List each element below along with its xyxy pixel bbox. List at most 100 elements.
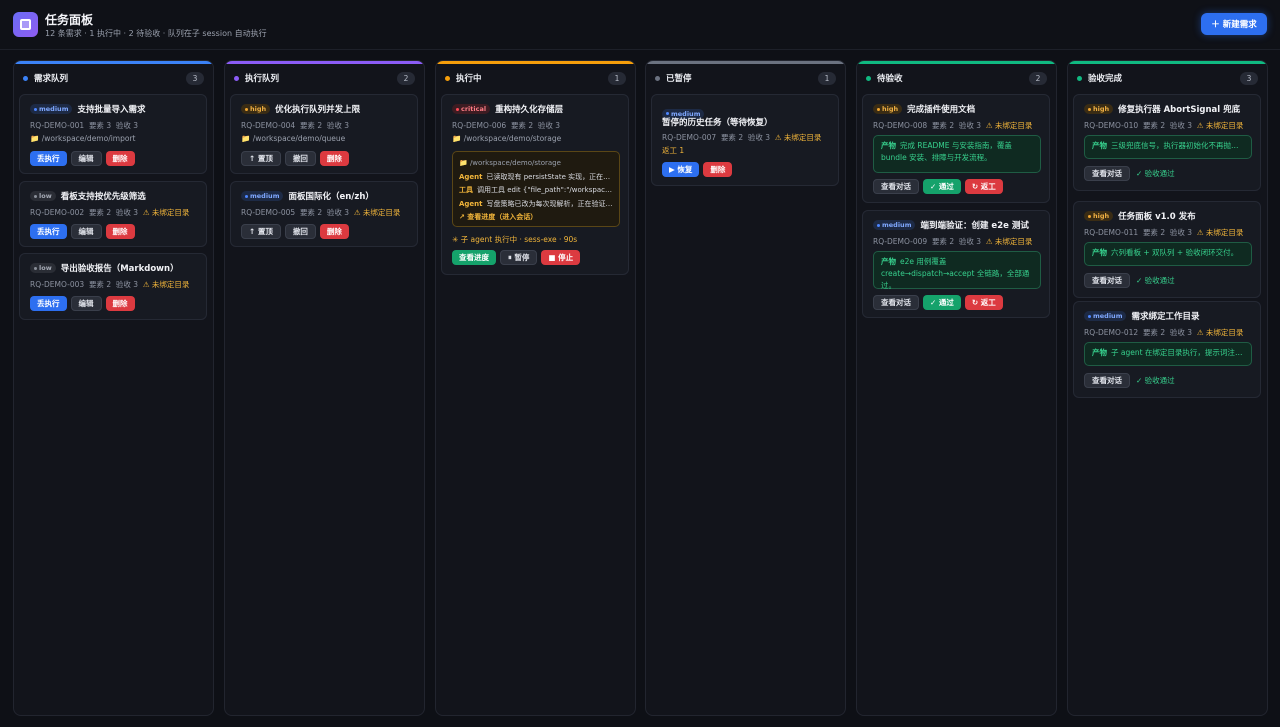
column-execution-queue: 执行队列 2 high 优化执行队列并发上限 RQ-DEMO-004 要素 2 验… xyxy=(224,60,425,716)
requirement-card[interactable]: critical 重构持久化存储层 RQ-DEMO-006 要素 2 验收 3 📁… xyxy=(441,94,629,275)
withdraw-button[interactable]: 撤回 xyxy=(284,224,316,239)
page-subtitle: 12 条需求 · 1 执行中 · 2 待验收 · 队列在子 session 自动… xyxy=(45,29,267,38)
output-summary: 产物 e2e 用例覆盖 create→dispatch→accept 全链路，全部… xyxy=(873,251,1041,290)
column-title: 验收完成 xyxy=(1088,74,1123,84)
view-chat-button[interactable]: 查看对话 xyxy=(1084,166,1130,181)
requirement-card[interactable]: medium 面板国际化（en/zh） RQ-DEMO-005 要素 2 验收 3… xyxy=(230,181,418,247)
unbound-dir-warning: ⚠ 未绑定目录 xyxy=(774,133,822,142)
column-pending-review: 待验收 2 high 完成插件使用文档 RQ-DEMO-008 要素 2 验收 3… xyxy=(856,60,1057,716)
requirement-card[interactable]: low 看板支持按优先级筛选 RQ-DEMO-002 要素 2 验收 3 ⚠ 未绑… xyxy=(19,181,207,247)
column-header: 待验收 2 xyxy=(857,64,1056,92)
requirement-card[interactable]: high 完成插件使用文档 RQ-DEMO-008 要素 2 验收 3 ⚠ 未绑定… xyxy=(862,94,1050,203)
delete-button[interactable]: 删除 xyxy=(319,224,349,239)
pin-top-button[interactable]: ↑ 置顶 xyxy=(241,224,281,239)
requirement-card[interactable]: high 任务面板 v1.0 发布 RQ-DEMO-011 要素 2 验收 3 ⚠… xyxy=(1073,201,1261,298)
accepted-status: ✓ 验收通过 xyxy=(1136,276,1175,285)
status-dot-icon xyxy=(1077,75,1082,81)
card-meta: RQ-DEMO-002 要素 2 验收 3 ⚠ 未绑定目录 xyxy=(30,208,190,217)
view-chat-button[interactable]: 查看对话 xyxy=(1084,373,1130,388)
requirement-card[interactable]: medium 端到端验证：创建 e2e 测试 RQ-DEMO-009 要素 2 验… xyxy=(862,210,1050,318)
column-paused: 已暂停 1 medium 暂停的历史任务（等待恢复） RQ-DEMO-007 要… xyxy=(645,60,846,716)
priority-badge: low xyxy=(30,191,56,201)
view-chat-button[interactable]: 查看对话 xyxy=(873,295,919,310)
edit-button[interactable]: 编辑 xyxy=(70,151,102,166)
agent-log-panel: 📁 /workspace/demo/storage Agent 已读取现有 per… xyxy=(452,151,620,227)
running-status: ✳ 子 agent 执行中 · sess-exe · 90s xyxy=(452,235,578,244)
output-summary: 产物 六列看板 + 双队列 + 验收闭环交付。 xyxy=(1084,242,1252,266)
output-summary: 产物 三级兜底信号，执行器初始化不再抛错。 xyxy=(1084,135,1252,159)
unbound-dir-warning: ⚠ 未绑定目录 xyxy=(142,280,190,289)
requirement-card[interactable]: high 优化执行队列并发上限 RQ-DEMO-004 要素 2 验收 3 📁 /… xyxy=(230,94,418,174)
column-header: 验收完成 3 xyxy=(1068,64,1267,92)
priority-badge: critical xyxy=(452,104,491,114)
unbound-dir-warning: ⚠ 未绑定目录 xyxy=(142,208,190,217)
card-title: 暂停的历史任务（等待恢复） xyxy=(662,118,773,128)
priority-badge: high xyxy=(241,104,271,114)
rework-button[interactable]: ↻ 返工 xyxy=(964,179,1003,194)
pin-top-button[interactable]: ↑ 置顶 xyxy=(241,151,281,166)
approve-button[interactable]: ✓ 通过 xyxy=(923,179,961,194)
output-summary: 产物 完成 README 与安装指南，覆盖 bundle 安装、排障与开发流程。 xyxy=(873,135,1041,173)
card-meta: RQ-DEMO-006 要素 2 验收 3 xyxy=(452,121,561,130)
stop-button[interactable]: ■ 停止 xyxy=(541,250,581,265)
delete-button[interactable]: 删除 xyxy=(703,162,733,177)
workdir-path: 📁 /workspace/demo/storage xyxy=(452,134,562,143)
priority-badge: high xyxy=(1084,104,1114,114)
column-count-badge: 3 xyxy=(1240,71,1258,85)
card-meta: RQ-DEMO-004 要素 2 验收 3 xyxy=(241,121,350,130)
output-summary: 产物子 agent 在绑定目录执行，提示词注入目录。 xyxy=(1084,342,1252,366)
requirement-card[interactable]: medium 支持批量导入需求 RQ-DEMO-001 要素 3 验收 3 📁 /… xyxy=(19,94,207,174)
approve-button[interactable]: ✓ 通过 xyxy=(923,295,961,310)
card-meta: RQ-DEMO-001 要素 3 验收 3 xyxy=(30,121,139,130)
delete-button[interactable]: 删除 xyxy=(105,224,135,239)
column-title: 待验收 xyxy=(877,74,903,84)
card-title: 看板支持按优先级筛选 xyxy=(60,192,146,202)
requirement-card[interactable]: medium 暂停的历史任务（等待恢复） RQ-DEMO-007 要素 2 验收… xyxy=(651,94,839,186)
edit-button[interactable]: 编辑 xyxy=(70,296,102,311)
card-title: 端到端验证：创建 e2e 测试 xyxy=(920,221,1029,231)
priority-badge: high xyxy=(873,104,903,114)
column-header: 执行中 1 xyxy=(436,64,635,92)
column-count-badge: 1 xyxy=(818,71,836,85)
column-count-badge: 2 xyxy=(397,71,415,85)
pause-button[interactable]: ⏸ 暂停 xyxy=(500,250,538,265)
column-accepted: 验收完成 3 high 修复执行器 AbortSignal 兜底 RQ-DEMO-… xyxy=(1067,60,1268,716)
delete-button[interactable]: 删除 xyxy=(105,151,135,166)
unbound-dir-warning: ⚠ 未绑定目录 xyxy=(1196,328,1244,337)
unbound-dir-warning: ⚠ 未绑定目录 xyxy=(353,208,401,217)
log-path: 📁 /workspace/demo/storage xyxy=(459,159,561,167)
priority-badge: medium xyxy=(1084,311,1127,321)
card-title: 支持批量导入需求 xyxy=(77,105,146,115)
top-bar: 任务面板 12 条需求 · 1 执行中 · 2 待验收 · 队列在子 sessi… xyxy=(0,0,1280,50)
edit-button[interactable]: 编辑 xyxy=(70,224,102,239)
column-title: 执行队列 xyxy=(245,74,280,84)
requirement-card[interactable]: medium 需求绑定工作目录 RQ-DEMO-012 要素 2 验收 3 ⚠ 未… xyxy=(1073,301,1261,398)
priority-badge: medium xyxy=(873,220,916,230)
delete-button[interactable]: 删除 xyxy=(319,151,349,166)
workdir-path: 📁 /workspace/demo/import xyxy=(30,134,136,143)
card-meta: RQ-DEMO-012 要素 2 验收 3 ⚠ 未绑定目录 xyxy=(1084,328,1244,337)
new-requirement-button[interactable]: ＋ 新建需求 xyxy=(1201,13,1267,35)
priority-badge: medium xyxy=(241,191,284,201)
withdraw-button[interactable]: 撤回 xyxy=(284,151,316,166)
app-logo-icon xyxy=(13,12,38,37)
status-dot-icon xyxy=(234,75,239,81)
rework-button[interactable]: ↻ 返工 xyxy=(964,295,1003,310)
view-chat-button[interactable]: 查看对话 xyxy=(1084,273,1130,288)
dispatch-button[interactable]: 丢执行 xyxy=(30,296,67,311)
view-chat-button[interactable]: 查看对话 xyxy=(873,179,919,194)
dispatch-button[interactable]: 丢执行 xyxy=(30,151,67,166)
resume-button[interactable]: ▶ 恢复 xyxy=(662,162,700,177)
requirement-card[interactable]: high 修复执行器 AbortSignal 兜底 RQ-DEMO-010 要素 … xyxy=(1073,94,1261,191)
view-progress-button[interactable]: 查看进度 xyxy=(452,250,496,265)
card-title: 导出验收报告（Markdown） xyxy=(60,264,179,274)
column-header: 已暂停 1 xyxy=(646,64,845,92)
delete-button[interactable]: 删除 xyxy=(105,296,135,311)
page-title: 任务面板 xyxy=(45,13,94,27)
priority-badge: high xyxy=(1084,211,1114,221)
unbound-dir-warning: ⚠ 未绑定目录 xyxy=(1196,121,1244,130)
dispatch-button[interactable]: 丢执行 xyxy=(30,224,67,239)
requirement-card[interactable]: low 导出验收报告（Markdown） RQ-DEMO-003 要素 2 验收 … xyxy=(19,253,207,320)
card-meta: RQ-DEMO-005 要素 2 验收 3 ⚠ 未绑定目录 xyxy=(241,208,401,217)
view-session-link[interactable]: ↗ 查看进度（进入会话） xyxy=(459,211,613,225)
